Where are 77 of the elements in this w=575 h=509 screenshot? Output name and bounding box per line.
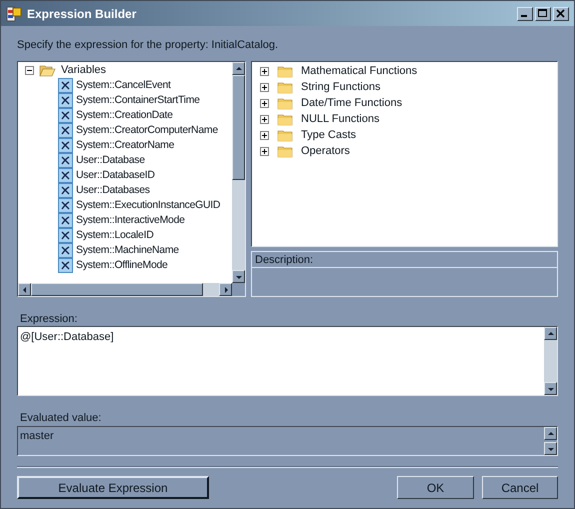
expand-icon[interactable] xyxy=(260,130,269,140)
vertical-scrollbar[interactable] xyxy=(232,62,245,283)
horizontal-scrollbar[interactable] xyxy=(18,283,232,296)
vertical-scrollbar[interactable] xyxy=(544,327,557,395)
variable-icon xyxy=(58,123,73,138)
variable-icon xyxy=(58,138,73,153)
scroll-up-button[interactable] xyxy=(232,62,245,75)
cancel-button[interactable]: Cancel xyxy=(482,476,558,499)
folder-icon xyxy=(277,128,293,142)
evaluated-value-label: Evaluated value: xyxy=(19,411,102,424)
variable-icon xyxy=(58,183,73,198)
variable-icon xyxy=(58,153,73,168)
scroll-right-button[interactable] xyxy=(219,283,232,296)
scroll-down-button[interactable] xyxy=(544,442,557,455)
variable-icon xyxy=(58,258,73,273)
open-folder-icon xyxy=(39,64,56,77)
tree-item[interactable]: User::Databases xyxy=(76,182,150,198)
scroll-thumb[interactable] xyxy=(232,75,245,180)
variable-icon xyxy=(58,93,73,108)
maximize-button[interactable] xyxy=(535,6,551,20)
folder-icon xyxy=(277,144,293,158)
variable-icon xyxy=(58,198,73,213)
ok-button[interactable]: OK xyxy=(397,476,474,499)
tree-item[interactable]: System::OfflineMode xyxy=(76,258,168,274)
description-label: Description: xyxy=(252,252,557,268)
tree-item[interactable]: System::CreatorName xyxy=(76,138,174,154)
evaluate-expression-button[interactable]: Evaluate Expression xyxy=(17,476,209,499)
tree-item[interactable]: System::MachineName xyxy=(76,242,179,258)
minimize-button[interactable] xyxy=(517,6,533,20)
tree-item[interactable]: String Functions xyxy=(301,78,380,96)
variable-icon xyxy=(58,168,73,183)
folder-icon xyxy=(277,80,293,94)
tree-item[interactable]: Operators xyxy=(301,142,350,160)
app-icon xyxy=(6,6,22,22)
expand-icon[interactable] xyxy=(260,146,269,156)
close-button[interactable] xyxy=(553,6,569,20)
tree-item[interactable]: Type Casts xyxy=(301,126,356,144)
variable-icon xyxy=(58,78,73,93)
scroll-up-button[interactable] xyxy=(544,327,557,340)
expression-label: Expression: xyxy=(19,312,78,325)
scroll-down-button[interactable] xyxy=(544,382,557,395)
expand-icon[interactable] xyxy=(260,114,269,124)
tree-item[interactable]: Variables xyxy=(61,62,106,79)
expand-icon[interactable] xyxy=(260,98,269,108)
tree-item[interactable]: User::Database xyxy=(76,152,145,168)
tree-item[interactable]: System::LocaleID xyxy=(76,228,154,244)
tree-item[interactable]: System::InteractiveMode xyxy=(76,212,185,228)
expand-icon[interactable] xyxy=(260,66,269,76)
tree-item[interactable]: NULL Functions xyxy=(301,110,380,128)
scroll-down-button[interactable] xyxy=(232,270,245,283)
maximize-icon xyxy=(538,9,548,18)
scroll-left-button[interactable] xyxy=(18,283,31,296)
tree-item[interactable]: Mathematical Functions xyxy=(301,62,418,80)
variable-icon xyxy=(58,213,73,228)
folder-icon xyxy=(277,112,293,126)
folder-icon xyxy=(277,96,293,110)
collapse-icon[interactable] xyxy=(25,66,34,75)
tree-item[interactable]: System::CreatorComputerName xyxy=(76,122,218,138)
expression-field[interactable]: @[User::Database] xyxy=(17,326,558,396)
variable-icon xyxy=(58,243,73,258)
evaluated-value-field: master xyxy=(17,426,558,456)
variable-icon xyxy=(58,228,73,243)
tree-item[interactable]: System::ContainerStartTime xyxy=(76,92,200,108)
expand-icon[interactable] xyxy=(260,82,269,92)
tree-item[interactable]: System::CancelEvent xyxy=(76,78,171,94)
variable-icon xyxy=(58,108,73,123)
tree-item[interactable]: User::DatabaseID xyxy=(76,168,155,184)
folder-icon xyxy=(277,64,293,78)
scroll-thumb[interactable] xyxy=(31,283,203,296)
tree-item[interactable]: System::ExecutionInstanceGUID xyxy=(76,198,220,214)
scroll-up-button[interactable] xyxy=(544,427,557,440)
window-title: Expression Builder xyxy=(27,6,138,22)
close-icon xyxy=(556,9,566,18)
scrollbar-corner xyxy=(232,283,245,296)
tree-item[interactable]: Date/Time Functions xyxy=(301,94,402,112)
tree-item[interactable]: System::CreationDate xyxy=(76,108,173,124)
instruction-text: Specify the expression for the property: InitialCatalog. xyxy=(17,38,280,51)
